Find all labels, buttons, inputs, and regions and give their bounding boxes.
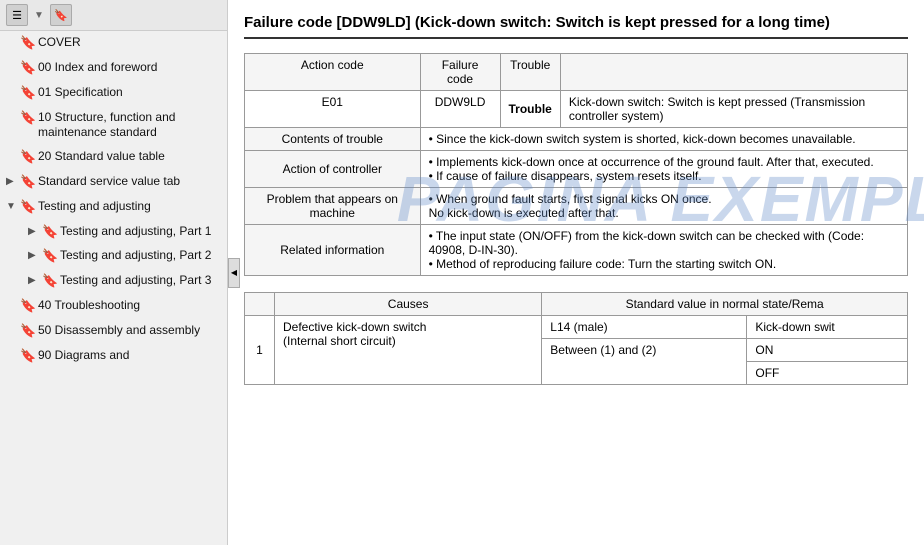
- sidebar-item-50-disassembly[interactable]: 🔖50 Disassembly and assembly: [0, 319, 227, 344]
- kick-down-label: Kick-down swit: [747, 316, 908, 339]
- bookmark-icon: 🔖: [42, 273, 56, 290]
- row-header-cell: Problem that appears on machine: [245, 188, 421, 225]
- bookmark-icon: 🔖: [42, 224, 56, 241]
- row-content-cell: • When ground fault starts, first signal…: [420, 188, 907, 225]
- off-value: OFF: [747, 362, 908, 385]
- main-content: Failure code [DDW9LD] (Kick-down switch:…: [228, 0, 924, 397]
- sidebar-item-label: Testing and adjusting, Part 3: [60, 273, 219, 289]
- failure-code-value: DDW9LD: [420, 91, 500, 128]
- sidebar-item-label: Testing and adjusting, Part 1: [60, 224, 219, 240]
- cause-row-1: 1 Defective kick-down switch(Internal sh…: [245, 316, 908, 339]
- bookmark-icon: 🔖: [20, 149, 34, 166]
- sidebar-item-01-spec[interactable]: 🔖01 Specification: [0, 81, 227, 106]
- row-header-cell: Contents of trouble: [245, 128, 421, 151]
- between-label: Between (1) and (2): [542, 339, 747, 385]
- cause-desc: Defective kick-down switch(Internal shor…: [275, 316, 542, 385]
- row-header-cell: Related information: [245, 225, 421, 276]
- col-causes: Causes: [275, 293, 542, 316]
- expand-arrow: [6, 349, 18, 362]
- expand-arrow: ▶: [28, 249, 40, 262]
- sidebar-item-label: COVER: [38, 35, 219, 51]
- expand-arrow: [6, 150, 18, 163]
- sidebar-item-20-std[interactable]: 🔖20 Standard value table: [0, 145, 227, 170]
- row-content-cell: • Since the kick-down switch system is s…: [420, 128, 907, 151]
- expand-arrow: [6, 86, 18, 99]
- col-no: [245, 293, 275, 316]
- sidebar-item-label: Testing and adjusting: [38, 199, 219, 215]
- sidebar-item-testing-adj-p1[interactable]: ▶🔖Testing and adjusting, Part 1: [0, 220, 227, 245]
- sidebar-item-40-trouble[interactable]: 🔖40 Troubleshooting: [0, 294, 227, 319]
- expand-arrow: [6, 61, 18, 74]
- bookmark-icon: 🔖: [20, 323, 34, 340]
- bookmark-icon: 🔖: [20, 174, 34, 191]
- col-trouble-desc-header: [560, 54, 907, 91]
- sidebar-item-label: Testing and adjusting, Part 2: [60, 248, 219, 264]
- page-title: Failure code [DDW9LD] (Kick-down switch:…: [244, 12, 908, 39]
- col-failure-code: Failure code: [420, 54, 500, 91]
- col-action-code: Action code: [245, 54, 421, 91]
- failure-row: Action of controller• Implements kick-do…: [245, 151, 908, 188]
- expand-arrow: ▼: [6, 200, 18, 213]
- sidebar-nav: 🔖COVER 🔖00 Index and foreword 🔖01 Specif…: [0, 31, 227, 545]
- col-trouble: Trouble: [500, 54, 560, 91]
- bookmark-icon: 🔖: [20, 110, 34, 127]
- expand-arrow: [6, 36, 18, 49]
- bookmark-icon: 🔖: [20, 35, 34, 52]
- sidebar: ☰ ▼ 🔖 🔖COVER 🔖00 Index and foreword 🔖01 …: [0, 0, 228, 545]
- bookmark-icon: 🔖: [20, 60, 34, 77]
- col-std-value: Standard value in normal state/Rema: [542, 293, 908, 316]
- failure-row: Related information• The input state (ON…: [245, 225, 908, 276]
- failure-row: Contents of trouble• Since the kick-down…: [245, 128, 908, 151]
- expand-arrow: [6, 111, 18, 124]
- bookmark-icon: 🔖: [20, 348, 34, 365]
- expand-arrow: [6, 299, 18, 312]
- on-value: ON: [747, 339, 908, 362]
- sidebar-item-testing-adj-p2[interactable]: ▶🔖Testing and adjusting, Part 2: [0, 244, 227, 269]
- bookmark-icon: 🔖: [20, 298, 34, 315]
- action-code-value: E01: [245, 91, 421, 128]
- expand-arrow: ▶: [6, 175, 18, 188]
- menu-icon[interactable]: ☰: [6, 4, 28, 26]
- causes-table: Causes Standard value in normal state/Re…: [244, 292, 908, 385]
- sidebar-item-00-index[interactable]: 🔖00 Index and foreword: [0, 56, 227, 81]
- sidebar-item-label: Standard service value tab: [38, 174, 219, 190]
- row-header-cell: Action of controller: [245, 151, 421, 188]
- bookmark-icon: 🔖: [20, 85, 34, 102]
- expand-arrow: ▶: [28, 274, 40, 287]
- sidebar-item-label: 20 Standard value table: [38, 149, 219, 165]
- sidebar-item-label: 90 Diagrams and: [38, 348, 219, 364]
- sidebar-toolbar: ☰ ▼ 🔖: [0, 0, 227, 31]
- cause-no: 1: [245, 316, 275, 385]
- sidebar-item-label: 50 Disassembly and assembly: [38, 323, 219, 339]
- connector-label: L14 (male): [542, 316, 747, 339]
- failure-table: Action code Failure code Trouble E01 DDW…: [244, 53, 908, 276]
- bookmark-icon: 🔖: [20, 199, 34, 216]
- expand-arrow: [6, 324, 18, 337]
- row-content-cell: • Implements kick-down once at occurrenc…: [420, 151, 907, 188]
- sidebar-item-label: 01 Specification: [38, 85, 219, 101]
- sidebar-item-90-diagrams[interactable]: 🔖90 Diagrams and: [0, 344, 227, 369]
- sidebar-item-cover[interactable]: 🔖COVER: [0, 31, 227, 56]
- sidebar-item-label: 00 Index and foreword: [38, 60, 219, 76]
- sidebar-item-label: 40 Troubleshooting: [38, 298, 219, 314]
- row-content-cell: • The input state (ON/OFF) from the kick…: [420, 225, 907, 276]
- sidebar-item-testing-adj-p3[interactable]: ▶🔖Testing and adjusting, Part 3: [0, 269, 227, 294]
- trouble-label: Trouble: [500, 91, 560, 128]
- sidebar-collapse-button[interactable]: ◀: [228, 258, 240, 288]
- sidebar-item-10-struct[interactable]: 🔖10 Structure, function and maintenance …: [0, 106, 227, 145]
- failure-row: Problem that appears on machine• When gr…: [245, 188, 908, 225]
- sidebar-item-label: 10 Structure, function and maintenance s…: [38, 110, 219, 141]
- sidebar-item-testing-adj[interactable]: ▼🔖Testing and adjusting: [0, 195, 227, 220]
- bookmark-icon[interactable]: 🔖: [50, 4, 72, 26]
- sidebar-item-std-svc[interactable]: ▶🔖Standard service value tab: [0, 170, 227, 195]
- bookmark-icon: 🔖: [42, 248, 56, 265]
- expand-arrow: ▶: [28, 225, 40, 238]
- trouble-desc: Kick-down switch: Switch is kept pressed…: [560, 91, 907, 128]
